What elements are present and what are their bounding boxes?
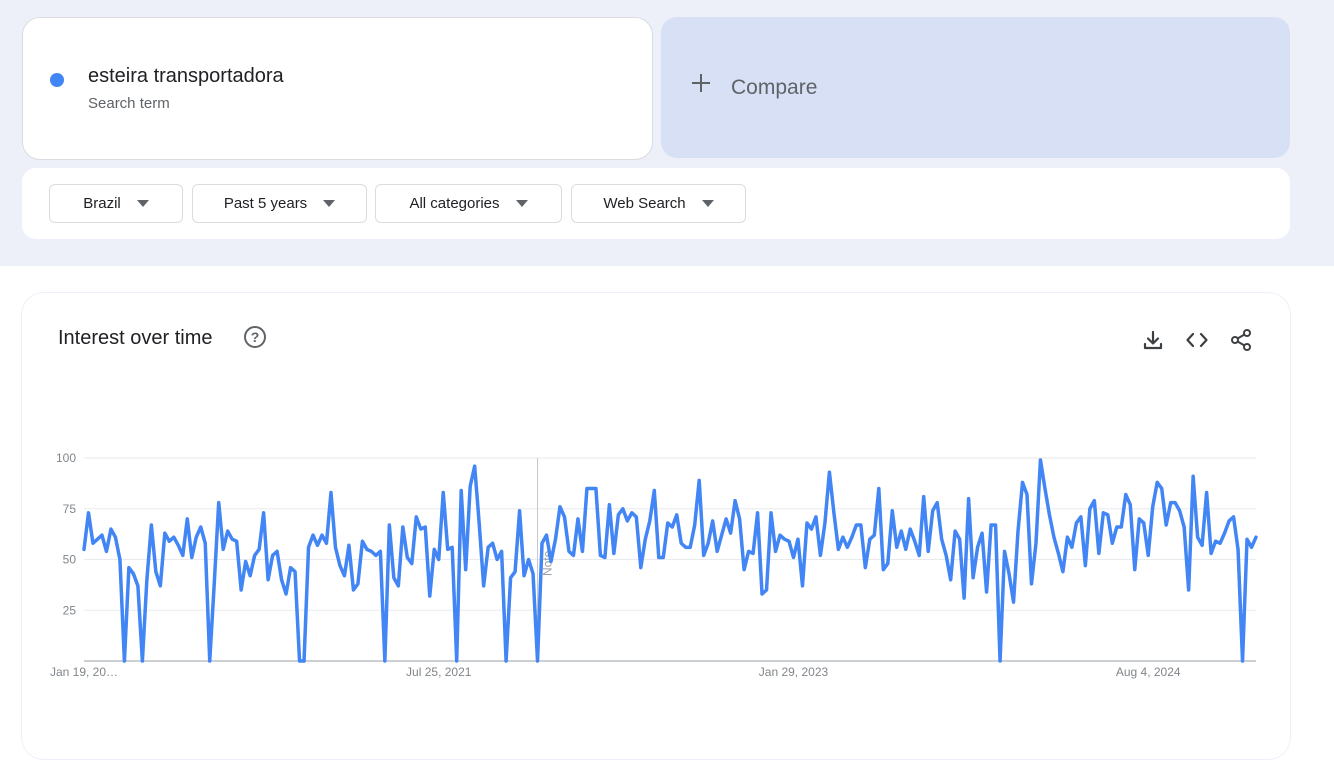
x-tick-label: Jul 25, 2021 bbox=[406, 665, 472, 679]
y-tick-label: 75 bbox=[63, 502, 77, 516]
search-term-subtitle: Search term bbox=[88, 95, 170, 112]
time-range-dropdown[interactable]: Past 5 years bbox=[192, 184, 367, 223]
y-tick-label: 100 bbox=[56, 451, 76, 465]
caret-down-icon bbox=[515, 200, 528, 207]
category-label: All categories bbox=[409, 195, 500, 212]
caret-down-icon bbox=[701, 200, 714, 207]
filter-bar: Brazil Past 5 years All categories Web S… bbox=[22, 168, 1290, 239]
search-type-dropdown[interactable]: Web Search bbox=[571, 184, 746, 223]
category-dropdown[interactable]: All categories bbox=[375, 184, 562, 223]
search-type-label: Web Search bbox=[603, 195, 686, 212]
region-filter-label: Brazil bbox=[83, 195, 121, 212]
interest-over-time-card: Interest over time ? 100 75 50 25 Note Jan 19… bbox=[22, 293, 1290, 759]
time-range-label: Past 5 years bbox=[223, 195, 308, 212]
caret-down-icon bbox=[323, 200, 336, 207]
search-term-card[interactable]: esteira transportadora Search term bbox=[22, 17, 653, 160]
y-tick-label: 25 bbox=[63, 603, 77, 617]
compare-label: Compare bbox=[731, 76, 818, 99]
compare-button[interactable]: Compare bbox=[661, 17, 1290, 158]
search-term-name[interactable]: esteira transportadora bbox=[88, 65, 284, 88]
x-tick-label: Jan 29, 2023 bbox=[759, 665, 829, 679]
interest-line-chart: 100755025NoteJan 19, 20… Jul 25, 2021 Jan … bbox=[50, 451, 1258, 679]
region-filter-dropdown[interactable]: Brazil bbox=[49, 184, 183, 223]
caret-down-icon bbox=[136, 200, 149, 207]
x-tick-label: Aug 4, 2024 bbox=[1116, 665, 1181, 679]
plus-icon bbox=[691, 73, 711, 93]
series-color-dot bbox=[50, 73, 64, 87]
y-tick-label: 50 bbox=[63, 553, 77, 567]
series-line bbox=[82, 458, 1258, 663]
x-tick-label: Jan 19, 20… bbox=[50, 665, 118, 679]
